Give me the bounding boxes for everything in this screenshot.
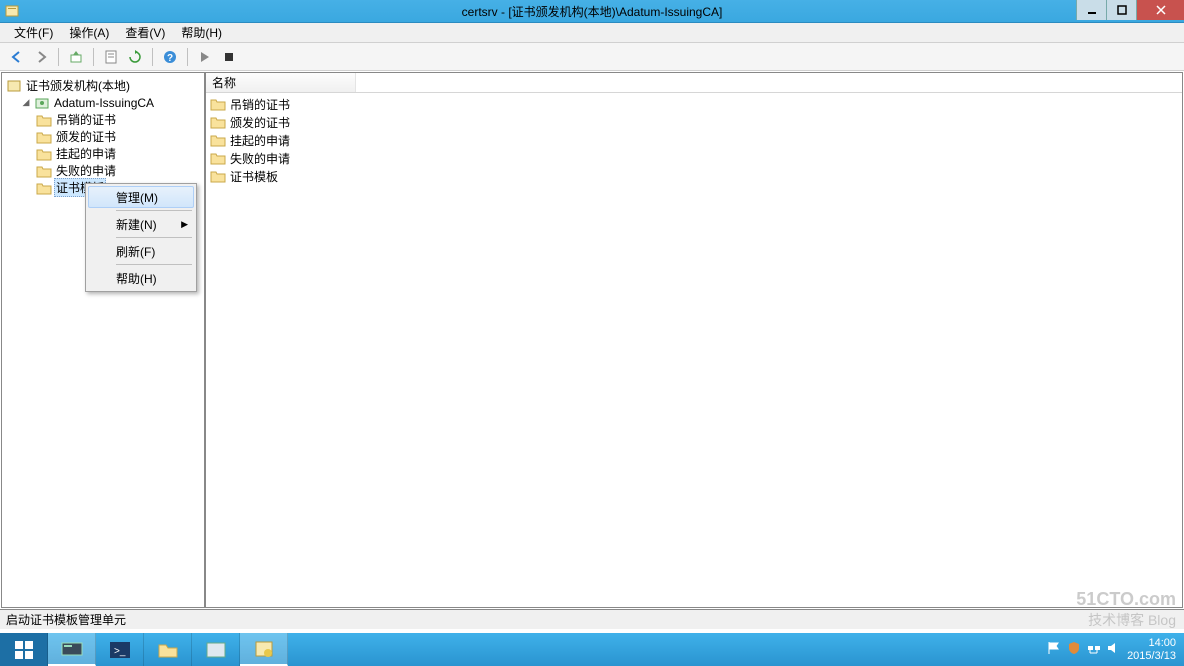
window-controls [1076, 0, 1184, 20]
tray-date: 2015/3/13 [1127, 650, 1176, 663]
ctx-manage[interactable]: 管理(M) [88, 186, 194, 208]
properties-button[interactable] [100, 46, 122, 68]
list-item-label: 颁发的证书 [230, 114, 290, 131]
menubar: 文件(F) 操作(A) 查看(V) 帮助(H) [0, 23, 1184, 43]
tree-item-issued[interactable]: 颁发的证书 [6, 128, 200, 145]
list-item-label: 挂起的申请 [230, 132, 290, 149]
statusbar: 启动证书模板管理单元 [0, 609, 1184, 629]
window-title: certsrv - [证书颁发机构(本地)\Adatum-IssuingCA] [462, 3, 723, 20]
tree-item-label: 吊销的证书 [54, 111, 118, 128]
tree-item-label: 失败的申请 [54, 162, 118, 179]
folder-icon [210, 97, 226, 111]
ctx-help-label: 帮助(H) [116, 270, 157, 287]
ctx-separator [116, 210, 192, 211]
forward-button[interactable] [30, 46, 52, 68]
list-header: 名称 [206, 73, 1182, 93]
folder-icon [36, 147, 52, 161]
task-app1[interactable] [192, 633, 240, 666]
tree-item-label: 颁发的证书 [54, 128, 118, 145]
folder-icon [36, 181, 52, 195]
ctx-new-label: 新建(N) [116, 216, 157, 233]
start-button[interactable] [0, 633, 48, 666]
task-explorer[interactable] [144, 633, 192, 666]
ctx-refresh-label: 刷新(F) [116, 243, 155, 260]
task-certsrv[interactable] [240, 633, 288, 666]
task-server-manager[interactable] [48, 633, 96, 666]
list-panel: 名称 吊销的证书 颁发的证书 挂起的申请 失败的申请 证书模板 [205, 72, 1183, 608]
ca-icon [34, 95, 50, 111]
folder-icon [36, 164, 52, 178]
close-button[interactable] [1136, 0, 1184, 20]
tree-item-failed[interactable]: 失败的申请 [6, 162, 200, 179]
minimize-button[interactable] [1076, 0, 1106, 20]
folder-icon [210, 151, 226, 165]
tree-item-pending[interactable]: 挂起的申请 [6, 145, 200, 162]
folder-icon [210, 115, 226, 129]
list-item[interactable]: 失败的申请 [206, 149, 1182, 167]
toolbar-separator [152, 48, 153, 66]
tree-root-label: 证书颁发机构(本地) [24, 77, 132, 94]
list-item[interactable]: 证书模板 [206, 167, 1182, 185]
list-item[interactable]: 挂起的申请 [206, 131, 1182, 149]
svg-text:>_: >_ [114, 646, 126, 657]
collapse-icon[interactable]: ◢ [20, 97, 32, 109]
task-powershell[interactable]: >_ [96, 633, 144, 666]
menu-file[interactable]: 文件(F) [6, 22, 61, 43]
ctx-help[interactable]: 帮助(H) [88, 267, 194, 289]
toolbar-separator [187, 48, 188, 66]
folder-icon [210, 169, 226, 183]
play-button[interactable] [194, 46, 216, 68]
tree-item-label: 挂起的申请 [54, 145, 118, 162]
menu-help[interactable]: 帮助(H) [173, 22, 230, 43]
refresh-button[interactable] [124, 46, 146, 68]
list-item-label: 证书模板 [230, 168, 278, 185]
tray-volume-icon[interactable] [1107, 641, 1121, 658]
tray-datetime[interactable]: 14:00 2015/3/13 [1127, 637, 1176, 663]
tray-time: 14:00 [1127, 637, 1176, 650]
toolbar-separator [93, 48, 94, 66]
ctx-manage-label: 管理(M) [116, 189, 158, 206]
tree-ca-label: Adatum-IssuingCA [52, 96, 156, 110]
up-button[interactable] [65, 46, 87, 68]
tree-item-revoked[interactable]: 吊销的证书 [6, 111, 200, 128]
cert-authority-icon [6, 78, 22, 94]
taskbar: >_ 14:00 2015/3/13 [0, 633, 1184, 666]
toolbar-separator [58, 48, 59, 66]
system-tray: 14:00 2015/3/13 [1039, 633, 1184, 666]
tree-root[interactable]: 证书颁发机构(本地) [6, 77, 200, 94]
context-menu: 管理(M) 新建(N) ▶ 刷新(F) 帮助(H) [85, 183, 197, 292]
back-button[interactable] [6, 46, 28, 68]
tree-ca[interactable]: ◢ Adatum-IssuingCA [6, 94, 200, 111]
ctx-separator [116, 237, 192, 238]
menu-action[interactable]: 操作(A) [61, 22, 117, 43]
maximize-button[interactable] [1106, 0, 1136, 20]
list-item[interactable]: 吊销的证书 [206, 95, 1182, 113]
titlebar: certsrv - [证书颁发机构(本地)\Adatum-IssuingCA] [0, 0, 1184, 23]
folder-icon [36, 113, 52, 127]
tree-panel: 证书颁发机构(本地) ◢ Adatum-IssuingCA 吊销的证书 颁发的 [1, 72, 205, 608]
help-button[interactable]: ? [159, 46, 181, 68]
tray-network-icon[interactable] [1087, 641, 1101, 658]
stop-button[interactable] [218, 46, 240, 68]
submenu-arrow-icon: ▶ [181, 219, 188, 230]
svg-text:?: ? [167, 53, 173, 64]
tree: 证书颁发机构(本地) ◢ Adatum-IssuingCA 吊销的证书 颁发的 [4, 75, 202, 198]
toolbar: ? [0, 43, 1184, 71]
list-body: 吊销的证书 颁发的证书 挂起的申请 失败的申请 证书模板 [206, 93, 1182, 607]
tray-flag-icon[interactable] [1047, 641, 1061, 658]
app-icon [4, 3, 20, 19]
ctx-refresh[interactable]: 刷新(F) [88, 240, 194, 262]
ctx-separator [116, 264, 192, 265]
list-item-label: 吊销的证书 [230, 96, 290, 113]
tray-shield-icon[interactable] [1067, 641, 1081, 658]
ctx-new[interactable]: 新建(N) ▶ [88, 213, 194, 235]
status-text: 启动证书模板管理单元 [6, 611, 126, 628]
list-item-label: 失败的申请 [230, 150, 290, 167]
main-area: 证书颁发机构(本地) ◢ Adatum-IssuingCA 吊销的证书 颁发的 [0, 71, 1184, 609]
folder-icon [210, 133, 226, 147]
folder-icon [36, 130, 52, 144]
column-name[interactable]: 名称 [206, 73, 356, 92]
menu-view[interactable]: 查看(V) [117, 22, 173, 43]
list-item[interactable]: 颁发的证书 [206, 113, 1182, 131]
